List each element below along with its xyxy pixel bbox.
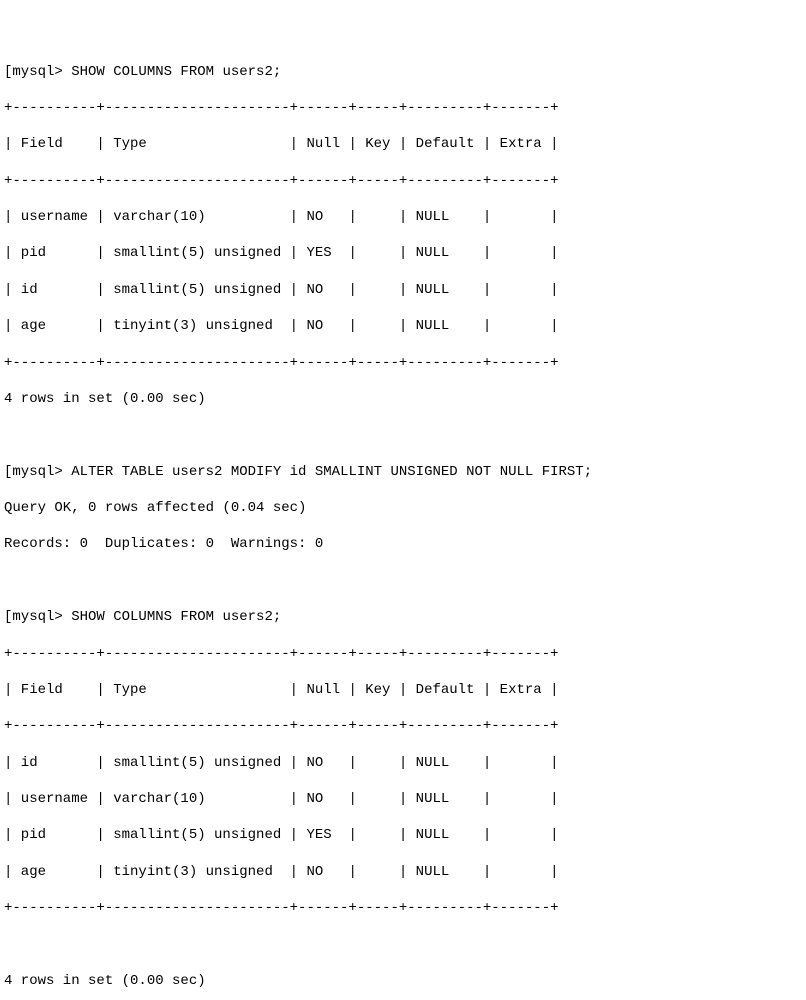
mysql-prompt: [mysql> [4,64,71,80]
table-header: | Field | Type | Null | Key | Default | … [4,681,802,699]
table-border: +----------+----------------------+-----… [4,717,802,735]
query-ok-line: Query OK, 0 rows affected (0.04 sec) [4,499,802,517]
table-row: | id | smallint(5) unsigned | NO | | NUL… [4,754,802,772]
table-row: | pid | smallint(5) unsigned | YES | | N… [4,244,802,262]
blank-line [4,936,802,954]
table-row: | pid | smallint(5) unsigned | YES | | N… [4,826,802,844]
table-row: | age | tinyint(3) unsigned | NO | | NUL… [4,317,802,335]
result-footer: 4 rows in set (0.00 sec) [4,390,802,408]
blank-line [4,426,802,444]
table-border: +----------+----------------------+-----… [4,172,802,190]
sql-command: SHOW COLUMNS FROM users2; [71,64,281,80]
table-header: | Field | Type | Null | Key | Default | … [4,135,802,153]
mysql-prompt: [mysql> [4,609,71,625]
table-border: +----------+----------------------+-----… [4,99,802,117]
table-border: +----------+----------------------+-----… [4,899,802,917]
table-border: +----------+----------------------+-----… [4,354,802,372]
prompt-line-3: [mysql> SHOW COLUMNS FROM users2; [4,608,802,626]
table-border: +----------+----------------------+-----… [4,645,802,663]
prompt-line-1: [mysql> SHOW COLUMNS FROM users2; [4,63,802,81]
result-footer-partial: 4 rows in set (0.00 sec) [4,972,802,990]
prompt-line-2: [mysql> ALTER TABLE users2 MODIFY id SMA… [4,463,802,481]
sql-command: SHOW COLUMNS FROM users2; [71,609,281,625]
table-row: | age | tinyint(3) unsigned | NO | | NUL… [4,863,802,881]
table-row: | id | smallint(5) unsigned | NO | | NUL… [4,281,802,299]
sql-command: ALTER TABLE users2 MODIFY id SMALLINT UN… [71,464,592,480]
table-row: | username | varchar(10) | NO | | NULL |… [4,790,802,808]
mysql-prompt: [mysql> [4,464,71,480]
blank-line [4,572,802,590]
table-row: | username | varchar(10) | NO | | NULL |… [4,208,802,226]
records-line: Records: 0 Duplicates: 0 Warnings: 0 [4,535,802,553]
